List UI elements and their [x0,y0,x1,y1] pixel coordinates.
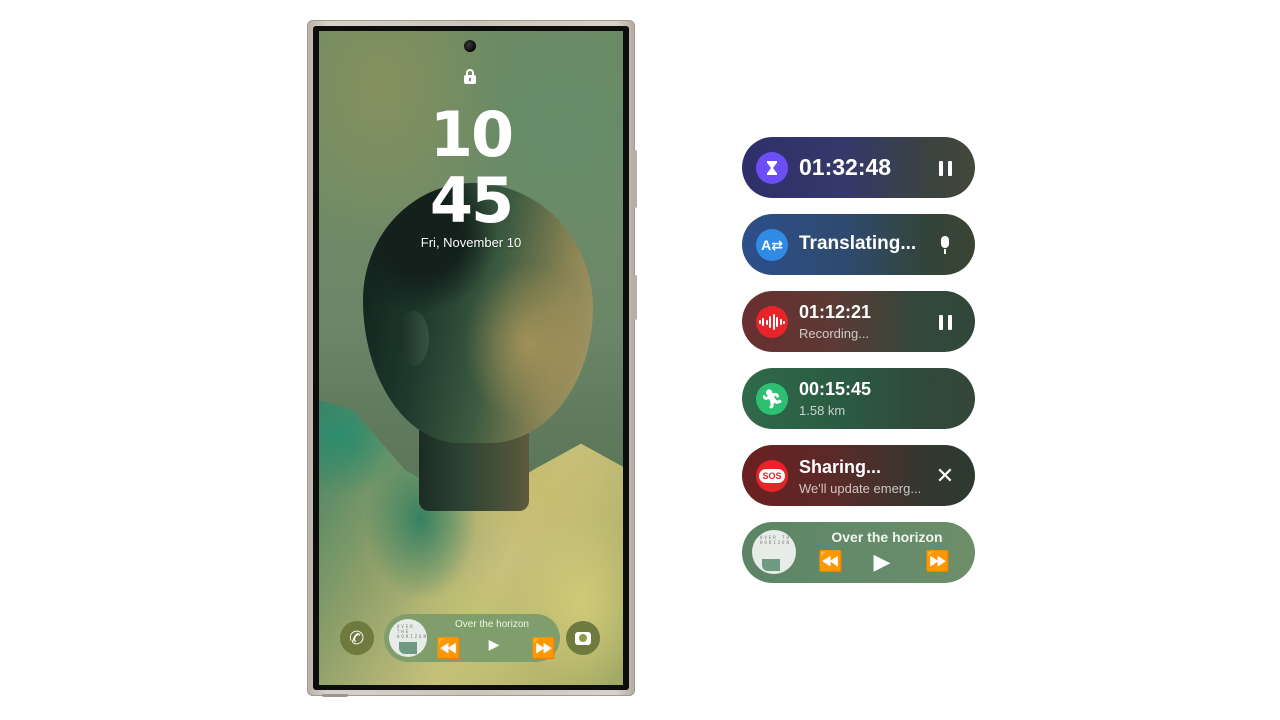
pause-icon [938,314,952,330]
fast-forward-button[interactable]: ⏩ [925,549,950,575]
mic-button[interactable] [933,233,957,257]
camera-shortcut[interactable] [566,621,600,655]
rewind-button[interactable]: ⏪ [818,549,843,575]
mic-icon [940,236,950,254]
sos-detail: We'll update emerg... [799,481,922,496]
lock-icon [463,69,477,85]
rewind-button[interactable]: ⏪ [436,636,461,661]
pause-button[interactable] [933,310,957,334]
close-icon: ✕ [935,463,955,488]
album-art-text: OVER THE HORIZON [760,535,796,545]
now-bar-timer[interactable]: 01:32:48 [742,137,975,198]
fast-forward-button[interactable]: ⏩ [531,636,556,661]
voice-recorder-icon [756,306,788,338]
album-art-shape [399,642,417,654]
now-bar-music[interactable]: OVER THE HORIZON Over the horizon ⏪ ▶ ⏩ [742,522,975,583]
phone-icon: ✆ [347,626,367,650]
lock-date: Fri, November 10 [420,235,522,250]
album-art-text: OVER THE HORIZON [397,624,427,639]
play-button[interactable]: ▶ [489,636,500,661]
recording-status: Recording... [799,326,870,341]
camera-icon [575,631,591,645]
workout-distance: 1.58 km [799,403,846,418]
phone-shortcut[interactable]: ✆ [340,621,374,655]
now-bar-workout[interactable]: 🏃︎ 00:15:45 1.58 km [742,368,975,429]
sos-status: Sharing... [799,457,882,477]
now-bar-sos[interactable]: SOS Sharing... We'll update emerg... ✕ [742,445,975,506]
workout-time: 00:15:45 [799,379,872,399]
track-title: Over the horizon [455,619,529,630]
lock-screen: 10 45 Fri, November 10 ✆ OVER THE HORIZO… [319,31,623,685]
recording-time: 01:12:21 [799,302,872,322]
pause-icon [938,160,952,176]
hourglass-icon [756,152,788,184]
sos-icon: SOS [756,460,788,492]
power-button [633,275,637,320]
sos-label: SOS [759,469,785,483]
now-bar-translate[interactable]: A⇄ Translating... [742,214,975,275]
wallpaper-ear [399,311,429,366]
now-bar-media[interactable]: OVER THE HORIZON Over the horizon ⏪ ▶ ⏩ [384,614,560,662]
front-camera [464,40,476,52]
album-art: OVER THE HORIZON [389,619,427,657]
album-art: OVER THE HORIZON [752,530,796,574]
track-title: Over the horizon [831,529,943,545]
s-pen-slot [322,694,348,697]
album-art-shape [762,559,780,571]
close-button[interactable]: ✕ [933,463,957,488]
clock-hour: 10 [429,98,514,171]
translate-icon: A⇄ [756,229,788,261]
running-icon: 🏃︎ [756,383,788,415]
timer-value: 01:32:48 [799,154,892,180]
clock-minute: 45 [429,164,514,237]
pause-button[interactable] [933,156,957,180]
volume-button [633,150,637,208]
now-bar-recording[interactable]: 01:12:21 Recording... [742,291,975,352]
play-button[interactable]: ▶ [874,549,891,575]
translate-status: Translating... [799,233,917,254]
